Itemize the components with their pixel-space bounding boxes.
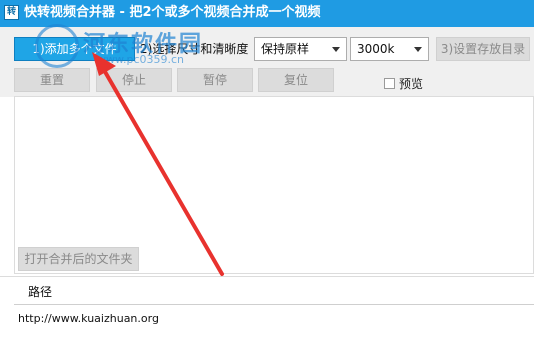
app-icon: 转 [4,5,19,20]
size-select[interactable]: 保持原样 [254,37,347,61]
quality-select[interactable]: 3000k [350,37,429,61]
preview-checkbox[interactable] [384,78,395,89]
add-files-button[interactable]: 1)添加多个文件 [14,37,135,61]
title-bar: 转 快转视频合并器 - 把2个或多个视频合并成一个视频 [0,0,534,27]
reset-button[interactable]: 重置 [14,68,90,92]
size-select-value: 保持原样 [261,42,310,56]
quality-select-value: 3000k [357,42,395,56]
window-title: 快转视频合并器 - 把2个或多个视频合并成一个视频 [24,5,321,20]
stop-button[interactable]: 停止 [96,68,172,92]
path-column-header: 路径 [28,285,53,299]
open-output-folder-button[interactable]: 打开合并后的文件夹 [18,247,139,271]
size-quality-step-label: 2)选择尺寸和清晰度 [140,42,249,56]
path-list-header [0,277,534,305]
preview-label: 预览 [399,77,424,91]
chevron-down-icon [332,47,340,52]
chevron-down-icon [414,47,422,52]
path-header-divider [14,304,534,305]
website-link[interactable]: http://www.kuaizhuan.org [18,311,159,327]
set-output-dir-button[interactable]: 3)设置存放目录 [436,37,530,61]
resume-button[interactable]: 复位 [258,68,334,92]
pause-button[interactable]: 暂停 [177,68,253,92]
